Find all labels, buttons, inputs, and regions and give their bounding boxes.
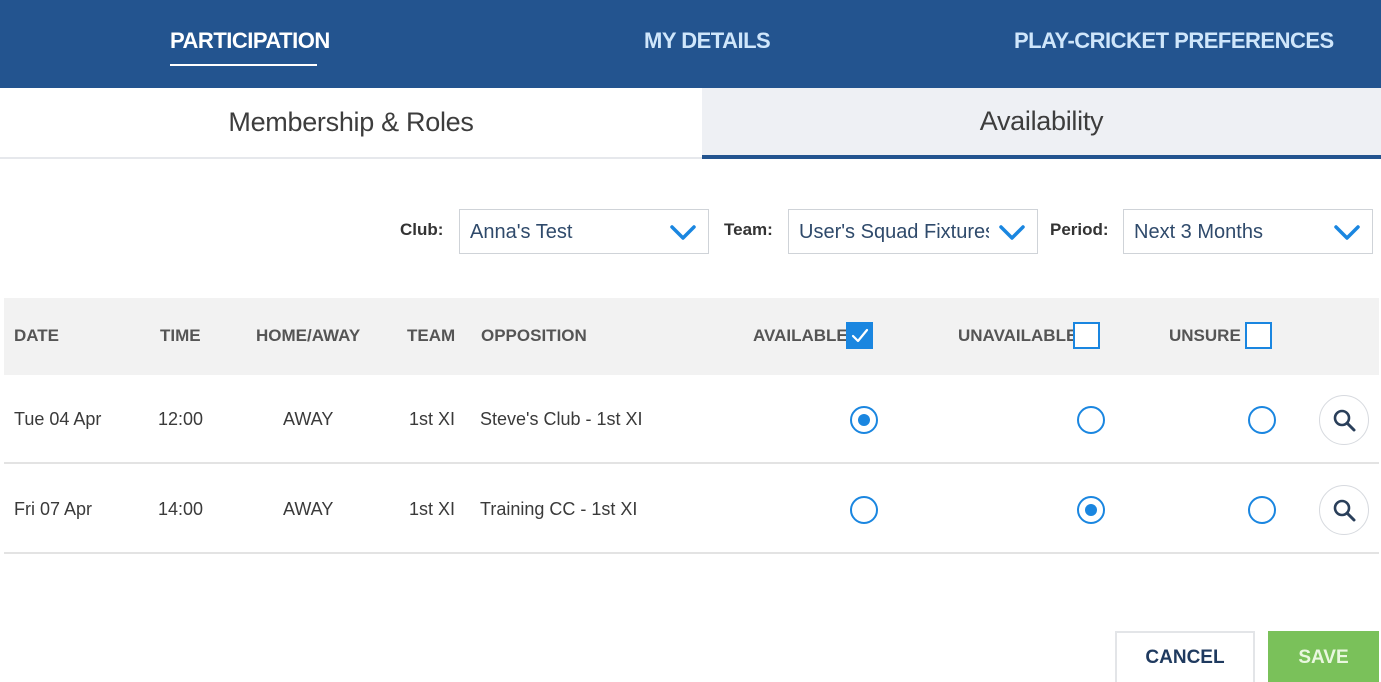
checkmark-icon [851,328,869,343]
table-row: Tue 04 Apr 12:00 AWAY 1st XI Steve's Clu… [4,375,1379,464]
chevron-down-icon [999,225,1025,240]
search-icon [1333,499,1356,522]
header-time: TIME [160,326,201,345]
tab-membership-roles[interactable]: Membership & Roles [0,88,702,159]
header-home-away: HOME/AWAY [256,326,361,345]
header-unsure: UNSURE [1169,326,1241,345]
radio-selected-dot [858,414,870,426]
chevron-down-icon [670,225,696,240]
available-radio[interactable] [850,406,878,434]
top-nav: PARTICIPATION MY DETAILS PLAY-CRICKET PR… [0,0,1381,88]
team-select[interactable]: User's Squad Fixtures [788,209,1038,254]
cell-date: Tue 04 Apr [14,409,102,429]
sub-tabs: Membership & Roles Availability [0,88,1381,159]
cell-time: 14:00 [158,499,204,519]
chevron-down-icon [1334,225,1360,240]
search-icon [1333,409,1356,432]
cell-team: 1st XI [409,499,456,519]
cell-home-away: AWAY [283,499,334,519]
club-select[interactable]: Anna's Test [459,209,709,254]
cell-date: Fri 07 Apr [14,499,93,519]
header-available: AVAILABLE [753,326,848,345]
cell-time: 12:00 [158,409,204,429]
nav-tab-participation[interactable]: PARTICIPATION [170,28,330,54]
club-select-value: Anna's Test [470,221,573,243]
header-unavailable: UNAVAILABLE [958,326,1078,345]
nav-tab-my-details[interactable]: MY DETAILS [644,28,771,54]
available-radio[interactable] [850,496,878,524]
cell-opposition: Training CC - 1st XI [480,499,638,519]
period-select[interactable]: Next 3 Months [1123,209,1373,254]
unavailable-all-checkbox[interactable] [1073,322,1100,349]
details-button[interactable] [1319,395,1369,445]
unavailable-radio[interactable] [1077,496,1105,524]
header-team: TEAM [407,326,456,345]
table-row: Fri 07 Apr 14:00 AWAY 1st XI Training CC… [4,465,1379,554]
team-select-value: User's Squad Fixtures [799,221,989,243]
nav-tab-play-cricket-preferences[interactable]: PLAY-CRICKET PREFERENCES [1014,28,1334,54]
save-button[interactable]: SAVE [1268,631,1379,682]
cancel-button[interactable]: CANCEL [1115,631,1255,682]
details-button[interactable] [1319,485,1369,535]
header-opposition: OPPOSITION [481,326,587,345]
unsure-radio[interactable] [1248,496,1276,524]
cell-opposition: Steve's Club - 1st XI [480,409,643,429]
radio-selected-dot [1085,504,1097,516]
unsure-all-checkbox[interactable] [1245,322,1272,349]
cell-home-away: AWAY [283,409,334,429]
cell-team: 1st XI [409,409,456,429]
period-select-value: Next 3 Months [1134,221,1263,243]
unavailable-radio[interactable] [1077,406,1105,434]
nav-active-underline [170,64,317,66]
table-header: DATE TIME HOME/AWAY TEAM OPPOSITION AVAI… [4,298,1379,375]
club-label: Club: [400,220,444,239]
period-label: Period: [1050,220,1109,239]
tab-availability[interactable]: Availability [702,88,1381,159]
available-all-checkbox[interactable] [846,322,873,349]
unsure-radio[interactable] [1248,406,1276,434]
team-label: Team: [724,220,773,239]
header-date: DATE [14,326,60,345]
